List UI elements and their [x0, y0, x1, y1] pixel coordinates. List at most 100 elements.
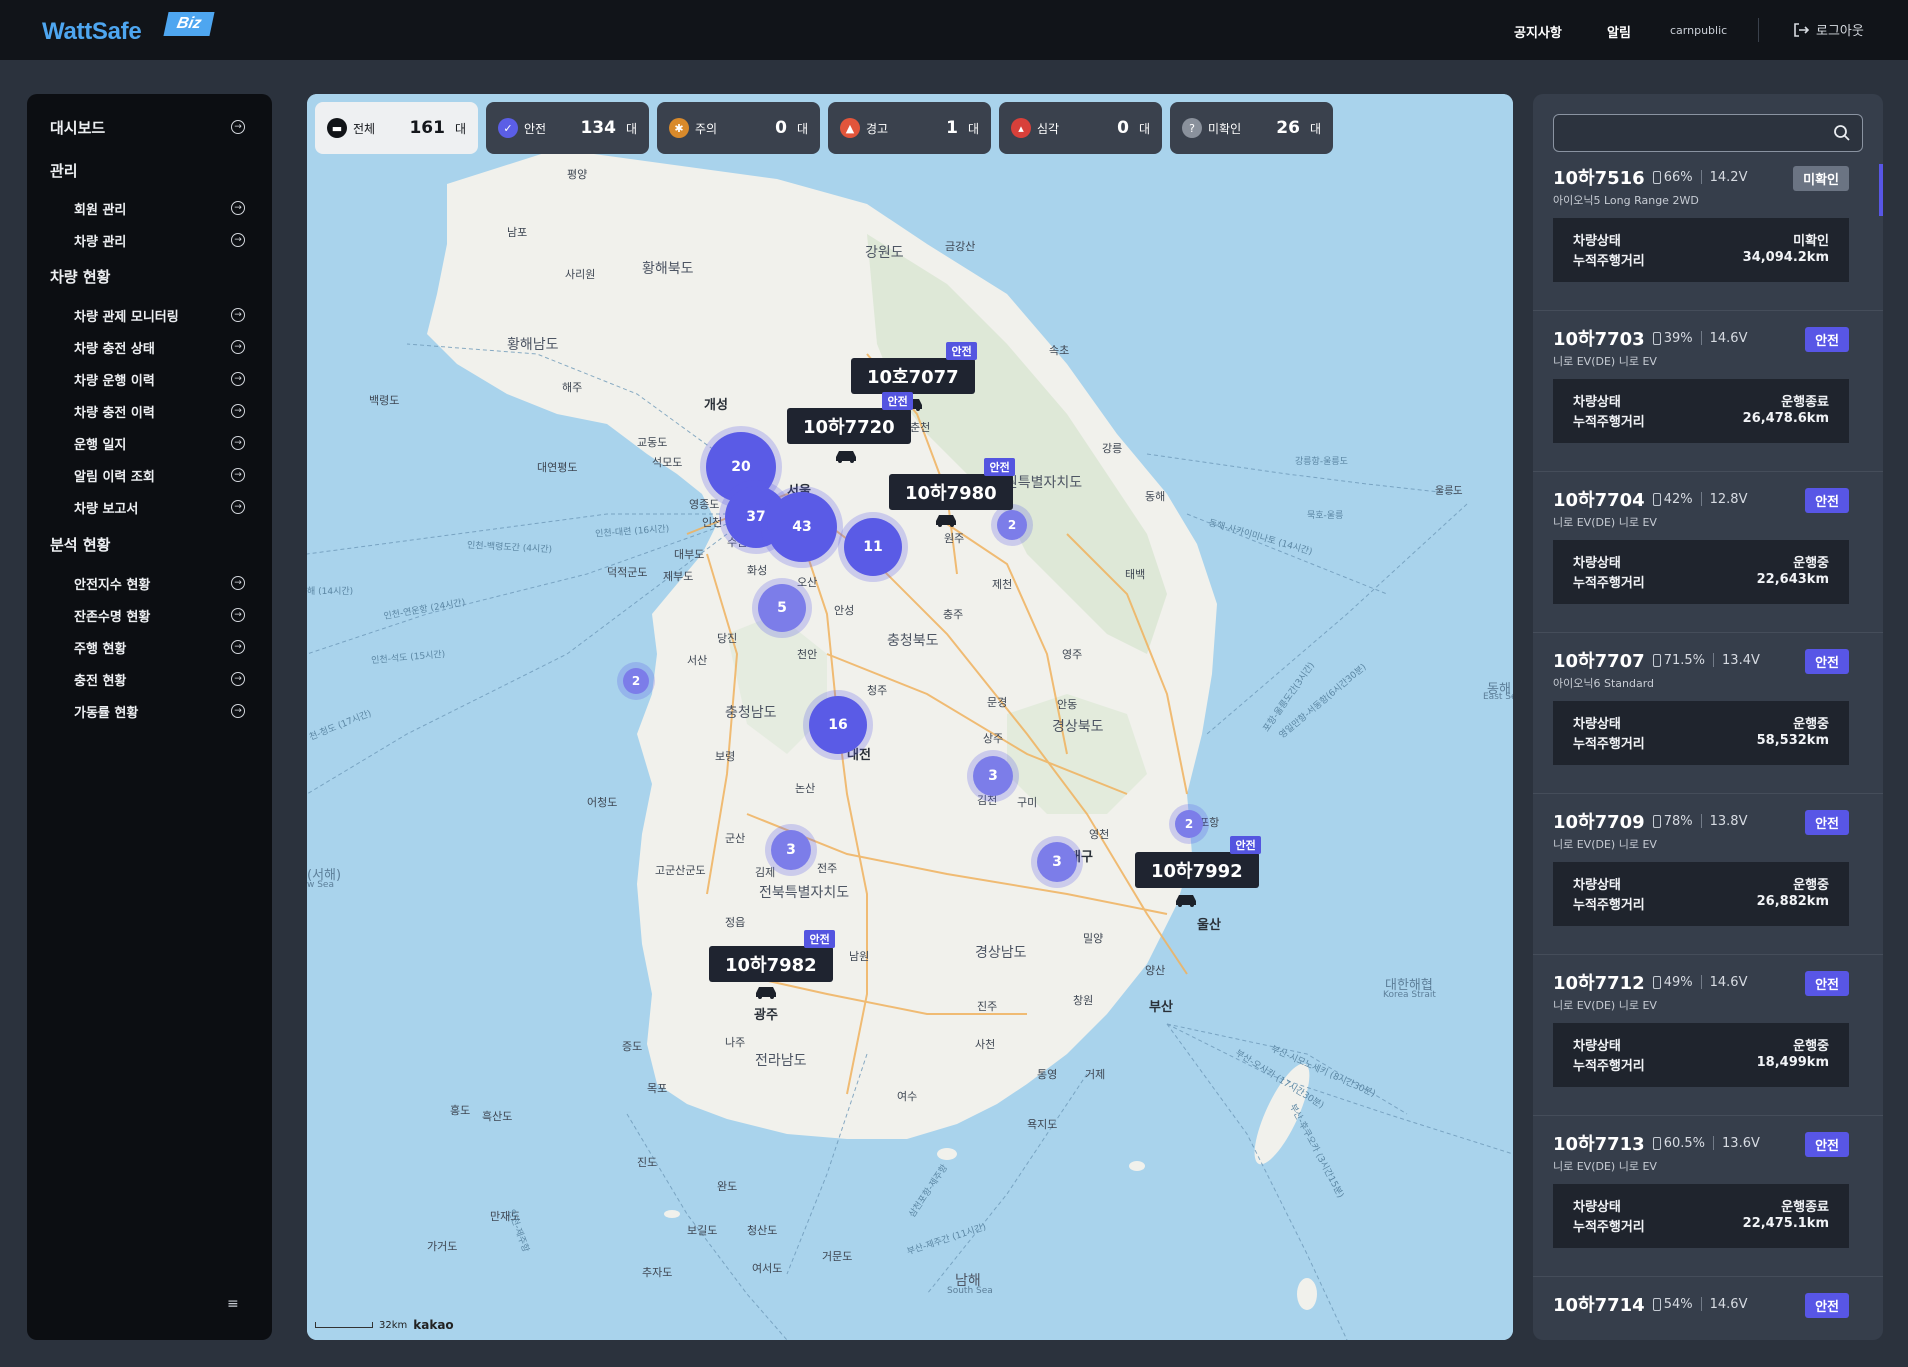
sidebar-item-remaining-life[interactable]: 잔존수명 현황 → — [27, 601, 272, 629]
vehicle-marker-label[interactable]: 10하7982 안전 — [709, 930, 835, 982]
map-place-label: 원주 — [944, 532, 965, 545]
vehicle-card[interactable]: 10하7707 71.5% 13.4V 안전 아이오닉6 Standard 차량… — [1533, 649, 1883, 794]
logout-button[interactable]: 로그아웃 — [1792, 20, 1864, 39]
map-place-label: 전라남도 — [755, 1053, 807, 1069]
filter-count: 1 — [946, 118, 958, 138]
status-badge: 미확인 — [1793, 166, 1849, 191]
map-route-label: 강릉항-울릉도 — [1295, 457, 1348, 467]
map-place-label: 나주 — [725, 1036, 746, 1049]
sidebar-item-label: 알림 이력 조회 — [74, 469, 155, 485]
active-indicator — [1879, 164, 1883, 216]
filter-all[interactable]: ▬ 전체 161 대 — [315, 102, 478, 154]
map-view[interactable]: 평양 남포 사리원 황해북도 강원도 금강산 황해남도 해주 개성 백령도 속초… — [307, 94, 1513, 1340]
filter-label: 안전 — [524, 121, 547, 136]
map-place-label: 문경 — [987, 696, 1008, 709]
vehicle-plate: 10하7516 — [1553, 168, 1645, 189]
sidebar-item-label: 차량 충전 이력 — [74, 405, 155, 421]
map-place-label: w Sea — [307, 880, 334, 890]
notice-link[interactable]: 공지사항 — [1514, 22, 1562, 41]
sidebar-item-alarm-history[interactable]: 알림 이력 조회 → — [27, 461, 272, 489]
search-icon[interactable] — [1832, 123, 1852, 143]
sidebar-item-driving[interactable]: 주행 현황 → — [27, 633, 272, 661]
sidebar-item-vehicle[interactable]: 차량 관리 → — [27, 226, 272, 254]
logo-badge: Biz — [163, 12, 215, 36]
sidebar-item-drive-history[interactable]: 차량 운행 이력 → — [27, 365, 272, 393]
map-cluster[interactable]: 2 — [997, 510, 1027, 540]
filter-critical[interactable]: ▴ 심각 0대 — [999, 102, 1162, 154]
battery-voltage: 14.2V — [1709, 169, 1748, 185]
map-place-label: 충주 — [943, 608, 964, 621]
filter-safe[interactable]: ✓ 안전 134 대 — [486, 102, 649, 154]
sidebar-item-charge-history[interactable]: 차량 충전 이력 → — [27, 397, 272, 425]
map-place-label: 영종도 — [689, 498, 720, 511]
map-cluster[interactable]: 43 — [767, 492, 837, 562]
car-icon[interactable] — [1173, 892, 1199, 908]
map-place-label: 김제 — [755, 866, 776, 879]
battery-percent: 71.5% — [1663, 652, 1706, 668]
sidebar-item-safety-index[interactable]: 안전지수 현황 → — [27, 569, 272, 597]
sidebar-item-report[interactable]: 차량 보고서 → — [27, 493, 272, 521]
car-icon[interactable] — [933, 512, 959, 528]
map-cluster[interactable]: 16 — [809, 696, 867, 754]
map-cluster[interactable]: 3 — [1037, 842, 1077, 882]
map-place-label: 진도 — [637, 1156, 658, 1169]
vehicle-card[interactable]: 10하7703 39% 14.6V 안전 니로 EV(DE) 니로 EV 차량상… — [1533, 327, 1883, 472]
filter-warning[interactable]: ▲ 경고 1대 — [828, 102, 991, 154]
filter-unit: 대 — [625, 121, 637, 136]
vehicle-card[interactable]: 10하7709 78% 13.8V 안전 니로 EV(DE) 니로 EV 차량상… — [1533, 810, 1883, 955]
sidebar-item-utilization[interactable]: 가동률 현황 → — [27, 697, 272, 725]
car-icon[interactable] — [753, 984, 779, 1000]
map-place-label: 여서도 — [752, 1262, 783, 1275]
search-input[interactable] — [1553, 114, 1863, 152]
map-cluster[interactable]: 2 — [1175, 810, 1203, 838]
vehicle-marker-label[interactable]: 10하7992 안전 — [1135, 836, 1261, 888]
battery-percent: 66% — [1663, 169, 1693, 185]
map-cluster[interactable]: 5 — [758, 584, 806, 632]
filter-caution[interactable]: ✱ 주의 0대 — [657, 102, 820, 154]
battery-icon — [1652, 975, 1661, 989]
vehicle-card[interactable]: 10하7714 54% 14.6V 안전 — [1553, 1293, 1849, 1318]
map-place-label: 추자도 — [642, 1266, 673, 1279]
map-route-label: 묵호-울릉 — [1307, 511, 1344, 521]
header-divider — [1758, 18, 1759, 42]
vehicle-plate: 10하7720 — [803, 417, 895, 438]
alarm-link[interactable]: 알림 — [1607, 22, 1631, 41]
map-place-label: 황해남도 — [507, 337, 559, 353]
sidebar-item-charge-state[interactable]: 차량 충전 상태 → — [27, 333, 272, 361]
map-place-label: 금강산 — [945, 240, 976, 253]
map-cluster[interactable]: 2 — [623, 668, 649, 694]
sidebar-item-member[interactable]: 회원 관리 → — [27, 194, 272, 222]
map-place-label: 화성 — [747, 564, 768, 577]
vehicle-marker-label[interactable]: 10하7980 안전 — [889, 458, 1015, 510]
battery-percent: 49% — [1663, 974, 1693, 990]
sidebar-collapse-icon[interactable]: ≡ — [227, 1296, 239, 1312]
battery-icon — [1652, 814, 1661, 828]
sidebar-item-dashboard[interactable]: 대시보드 → — [27, 113, 272, 141]
filter-unit: 대 — [1138, 121, 1150, 136]
map-place-label: 강원도 — [865, 245, 904, 261]
vehicle-plate: 10하7712 — [1553, 973, 1645, 994]
fire-icon: ▴ — [1011, 118, 1031, 138]
sidebar-item-charging[interactable]: 충전 현황 → — [27, 665, 272, 693]
vehicle-marker-label[interactable]: 10하7720 안전 — [787, 392, 913, 444]
map-cluster[interactable]: 3 — [771, 830, 811, 870]
map-cluster[interactable]: 3 — [973, 756, 1013, 796]
vehicle-card[interactable]: 10하7712 49% 14.6V 안전 니로 EV(DE) 니로 EV 차량상… — [1533, 971, 1883, 1116]
vehicle-card[interactable]: 10하7704 42% 12.8V 안전 니로 EV(DE) 니로 EV 차량상… — [1533, 488, 1883, 633]
map-cluster[interactable]: 11 — [844, 518, 902, 576]
filter-label: 경고 — [866, 121, 889, 136]
filter-unit: 대 — [796, 121, 808, 136]
sidebar-item-drive-log[interactable]: 운행 일지 → — [27, 429, 272, 457]
map-base — [307, 94, 1513, 1340]
vehicle-plate: 10하7714 — [1553, 1295, 1645, 1316]
sidebar-item-monitoring[interactable]: 차량 관제 모니터링 → — [27, 301, 272, 329]
vehicle-card[interactable]: 10하7516 66% 14.2V 미확인 아이오닉5 Long Range 2… — [1533, 166, 1883, 311]
car-icon[interactable] — [833, 448, 859, 464]
map-place-label: 경상북도 — [1052, 719, 1104, 735]
map-attribution: kakao — [413, 1318, 454, 1332]
vehicle-marker-label[interactable]: 10호7077 안전 — [851, 342, 977, 394]
filter-unknown[interactable]: ? 미확인 26 대 — [1170, 102, 1333, 154]
vehicle-plate: 10하7713 — [1553, 1134, 1645, 1155]
vehicle-card[interactable]: 10하7713 60.5% 13.6V 안전 니로 EV(DE) 니로 EV 차… — [1533, 1132, 1883, 1277]
vehicle-state: 미확인 — [1793, 234, 1829, 249]
